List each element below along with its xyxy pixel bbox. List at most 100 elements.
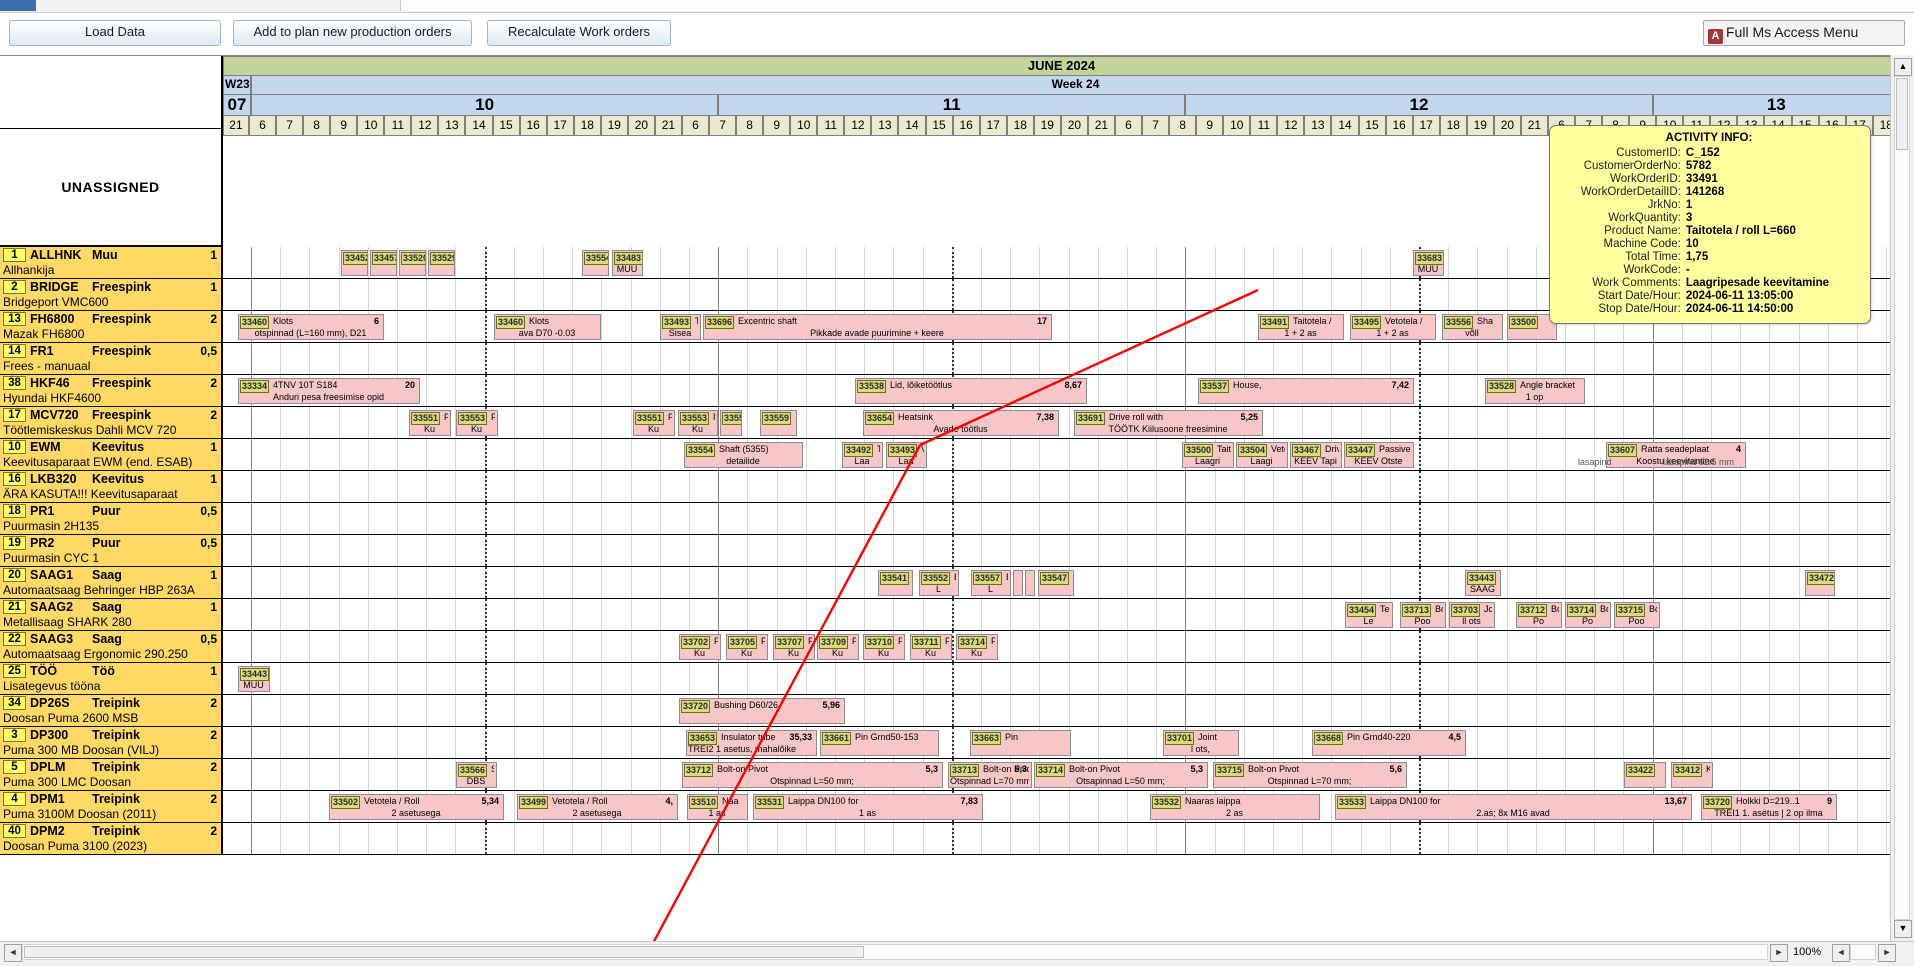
task-bar[interactable]: 33553PuKu xyxy=(678,410,718,436)
task-bar[interactable]: 33553PuKu xyxy=(456,410,498,436)
task-bar[interactable]: 33703Jointll ots xyxy=(1449,602,1495,628)
task-bar[interactable]: 33556 Sha võll xyxy=(1442,314,1503,340)
task-bar[interactable]: 33653 Insulator tube 35,33 TREI2 1 asetus, … xyxy=(686,730,817,756)
task-bar[interactable]: 33555 xyxy=(720,410,742,436)
resource-timeline[interactable]: 33551PuKu33553PuKu33551PuKu33553PuKu3355… xyxy=(223,407,1900,439)
task-bar[interactable]: 33460 Klots 6 otspinnad (L=160 mm), D21 xyxy=(238,314,384,340)
resource-timeline[interactable]: 33554Shaft (5355)detailide33492TaiLaa334… xyxy=(223,439,1900,471)
task-bar[interactable]: 33541 xyxy=(878,570,913,596)
task-bar[interactable]: 33491 Taitotela /1 + 2 as xyxy=(1258,314,1344,340)
resource-header-fr1[interactable]: 14 FR1 Freespink 0,5 Frees - manuaal xyxy=(0,343,223,375)
resource-timeline[interactable] xyxy=(223,823,1900,855)
vertical-scroll-thumb[interactable] xyxy=(1896,78,1908,150)
task-bar[interactable]: 33500TaitotLaagri xyxy=(1182,442,1234,468)
task-bar[interactable]: 33701 Joint l ots, xyxy=(1163,730,1239,756)
resource-timeline[interactable]: 33334 4TNV 10T S184 20 Anduri pesa freesimi… xyxy=(223,375,1900,407)
task-bar[interactable]: 33492TaiLaa xyxy=(842,442,883,468)
task-bar[interactable]: 33467DriveKEEV Tapi xyxy=(1290,442,1342,468)
task-bar[interactable]: 33715BoltPoo xyxy=(1614,602,1660,628)
task-bar[interactable]: 33559 xyxy=(760,410,797,436)
task-bar[interactable]: 33566ShaDBS xyxy=(456,762,497,788)
task-bar[interactable]: 33460 Klots ava D70 -0.03 xyxy=(494,314,601,340)
task-bar[interactable]: 33720 Bushing D60/26 5,96 xyxy=(679,698,845,724)
scroll-down-arrow-icon[interactable]: ▼ xyxy=(1894,920,1912,938)
task-bar[interactable]: 33702PiKu xyxy=(679,634,721,660)
task-bar[interactable]: 33529 xyxy=(428,250,455,276)
task-bar[interactable]: 33493TaitoSisea xyxy=(660,314,701,340)
task-bar[interactable]: 33443 SAAG xyxy=(1465,570,1501,596)
resource-timeline[interactable] xyxy=(223,535,1900,567)
task-bar[interactable]: 33715 Bolt-on Pivot 5,6 Otspinnad L=70 mm; xyxy=(1213,762,1407,788)
horizontal-scroll-thumb[interactable] xyxy=(24,946,864,958)
resource-header-dp300[interactable]: 3 DP300 Treipink 2 Puma 300 MB Doosan (VILJ) xyxy=(0,727,223,759)
vertical-scroll-track[interactable] xyxy=(1894,76,1910,920)
task-bar[interactable]: 33537 House, 7,42 xyxy=(1198,378,1414,404)
task-bar[interactable]: 33713BoltPoo xyxy=(1400,602,1446,628)
task-bar[interactable]: 33712BoPo xyxy=(1516,602,1562,628)
task-bar[interactable]: 33654 Heatsink 7,38 Avade töötlus xyxy=(863,410,1059,436)
resource-timeline[interactable]: 33502 Vetotela / Roll 5,34 2 asetusega 33499… xyxy=(223,791,1900,823)
task-bar[interactable]: 33551PuKu xyxy=(633,410,675,436)
task-bar[interactable]: 33493VeLaa xyxy=(886,442,927,468)
task-bar[interactable]: 33504VetoLaagi xyxy=(1236,442,1288,468)
task-bar[interactable]: 33502 Vetotela / Roll 5,34 2 asetusega xyxy=(329,794,504,820)
scroll-up-arrow-icon[interactable]: ▲ xyxy=(1894,58,1912,76)
resource-timeline[interactable]: 33443 MUU xyxy=(223,663,1900,695)
resource-header-bridge[interactable]: 2 BRIDGE Freespink 1 Bridgeport VMC600 xyxy=(0,279,223,311)
resource-timeline[interactable]: 3354133552BoL33557BoL3354733443SAAG33472 xyxy=(223,567,1900,599)
task-bar[interactable]: 33547 xyxy=(1038,570,1074,596)
resource-header-dp26s[interactable]: 34 DP26S Treipink 2 Doosan Puma 2600 MSB xyxy=(0,695,223,727)
task-bar[interactable]: 33447Passive axleKEEV Otste xyxy=(1344,442,1414,468)
zoom-in-arrow-icon[interactable]: ► xyxy=(1878,944,1896,962)
resource-header-hkf46[interactable]: 38 HKF46 Freespink 2 Hyundai HKF4600 xyxy=(0,375,223,407)
task-bar[interactable]: 33711PiKu xyxy=(910,634,952,660)
task-bar[interactable]: 33510 Naa 1 as xyxy=(687,794,748,820)
horizontal-scroll-track[interactable] xyxy=(22,944,1768,960)
task-bar[interactable]: 33551PuKu xyxy=(409,410,451,436)
task-bar[interactable]: 33714BoPo xyxy=(1565,602,1611,628)
task-bar[interactable]: 33443 MUU xyxy=(238,666,270,692)
resource-header-pr1[interactable]: 18 PR1 Puur 0,5 Puurmasin 2H135 xyxy=(0,503,223,535)
resource-timeline[interactable]: 33454TeLe 33713BoltPoo33703Jointll ots 337… xyxy=(223,599,1900,631)
scroll-right-arrow-icon[interactable]: ► xyxy=(1770,944,1788,962)
task-bar[interactable]: 33457 xyxy=(370,250,397,276)
resource-header-dplm[interactable]: 5 DPLM Treipink 2 Puma 300 LMC Doosan xyxy=(0,759,223,791)
task-bar[interactable]: 33552BoL xyxy=(919,570,959,596)
resource-header-dpm1[interactable]: 4 DPM1 Treipink 2 Puma 3100M Doosan (2011) xyxy=(0,791,223,823)
task-bar[interactable]: 33454 Te Le xyxy=(1345,602,1393,628)
task-bar[interactable]: 33483 MUU xyxy=(612,250,643,276)
task-bar[interactable]: 33412Kaa xyxy=(1671,762,1713,788)
resource-header-mcv720[interactable]: 17 MCV720 Freespink 2 Töötlemiskeskus Dahli … xyxy=(0,407,223,439)
resource-header-ewm[interactable]: 10 EWM Keevitus 1 Keevitusaparaat EWM (end. … xyxy=(0,439,223,471)
resource-header-fh6800[interactable]: 13 FH6800 Freespink 2 Mazak FH6800 xyxy=(0,311,223,343)
full-ms-access-menu-button[interactable]: A Full Ms Access Menu xyxy=(1703,20,1905,46)
scroll-left-arrow-icon[interactable]: ◄ xyxy=(4,944,22,962)
resource-timeline[interactable]: 33702PiKu33705PiKu33707PiKu33709PiKu3371… xyxy=(223,631,1900,663)
task-bar[interactable]: 33452 xyxy=(341,250,368,276)
resource-timeline[interactable]: 33566ShaDBS33712Bolt-on Pivot5,3Otspinna… xyxy=(223,759,1900,791)
resource-timeline[interactable] xyxy=(223,471,1900,503)
task-bar[interactable]: 33691 Drive roll with 5,25 TÖÖTK Kiilusoone… xyxy=(1074,410,1263,436)
task-bar[interactable]: 33709PiKu xyxy=(817,634,859,660)
resource-header-saag3[interactable]: 22 SAAG3 Saag 0,5 Automaatsaag Ergonomic 290… xyxy=(0,631,223,663)
task-bar[interactable]: 33495 Vetotela /1 + 2 as xyxy=(1350,314,1436,340)
task-bar[interactable]: 33705PiKu xyxy=(726,634,768,660)
task-bar[interactable]: 33554 xyxy=(582,250,609,276)
task-bar[interactable]: 33533 Laippa DN100 for 13,67 2.as; 8x M16 a… xyxy=(1335,794,1692,820)
task-bar[interactable]: 33422 xyxy=(1624,762,1666,788)
task-bar[interactable]: 33714PiKu xyxy=(956,634,998,660)
vertical-scrollbar[interactable]: ▲ ▼ xyxy=(1890,55,1914,941)
resource-header-lkb320[interactable]: 16 LKB320 Keevitus 1 ÄRA KASUTA!!! Keevitusa… xyxy=(0,471,223,503)
task-bar[interactable] xyxy=(1025,570,1035,596)
resource-header-allhnk[interactable]: 1 ALLHNK Muu 1 Allhankija xyxy=(0,247,223,279)
resource-timeline[interactable]: 33653 Insulator tube 35,33 TREI2 1 asetus, … xyxy=(223,727,1900,759)
task-bar[interactable]: 33531 Laippa DN100 for 7,83 1 as xyxy=(753,794,983,820)
task-bar[interactable]: 33663 Pin xyxy=(970,730,1071,756)
add-to-plan-button[interactable]: Add to plan new production orders xyxy=(233,20,472,46)
task-bar[interactable]: 33714 Bolt-on Pivot 5,3 Otsapinnad L=50 mm; xyxy=(1034,762,1208,788)
task-bar[interactable]: 33334 4TNV 10T S184 20 Anduri pesa freesimi… xyxy=(238,378,420,404)
resource-header-saag1[interactable]: 20 SAAG1 Saag 1 Automaatsaag Behringer HBP 2… xyxy=(0,567,223,599)
resource-timeline[interactable] xyxy=(223,503,1900,535)
zoom-out-arrow-icon[interactable]: ◄ xyxy=(1832,944,1850,962)
resource-header-töö[interactable]: 25 TÖÖ Töö 1 Lisategevus tööna xyxy=(0,663,223,695)
